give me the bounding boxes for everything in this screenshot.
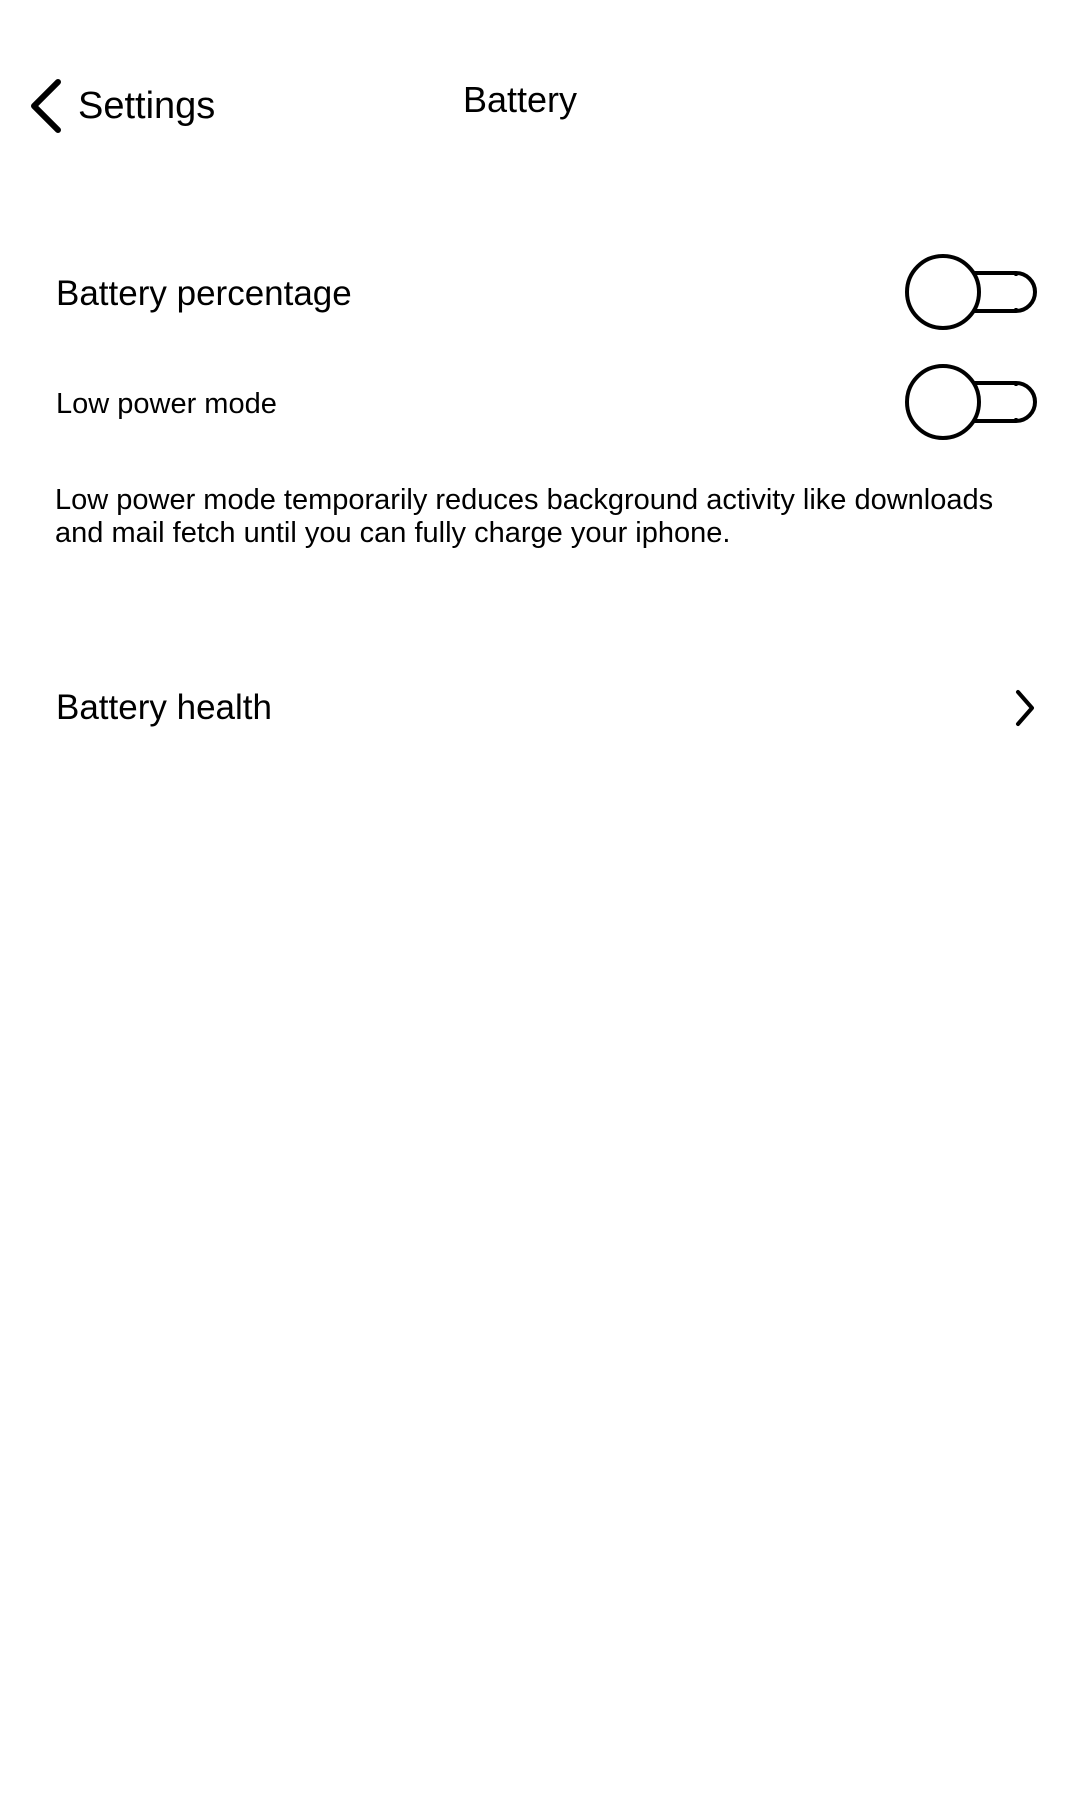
toggle-switch-icon bbox=[905, 364, 1037, 440]
low-power-mode-description: Low power mode temporarily reduces backg… bbox=[55, 484, 994, 549]
low-power-mode-toggle[interactable] bbox=[904, 364, 1042, 444]
battery-percentage-label: Battery percentage bbox=[56, 274, 352, 313]
battery-percentage-row: Battery percentage bbox=[56, 254, 1040, 334]
low-power-mode-label: Low power mode bbox=[56, 387, 277, 420]
page-title: Battery bbox=[462, 79, 578, 120]
navigation-header: Settings Battery bbox=[0, 60, 1080, 140]
battery-health-chevron[interactable] bbox=[1012, 688, 1038, 728]
chevron-right-icon bbox=[1016, 690, 1034, 726]
battery-percentage-toggle[interactable] bbox=[904, 254, 1042, 334]
low-power-mode-row: Low power mode bbox=[56, 364, 1040, 444]
toggle-switch-icon bbox=[905, 254, 1037, 330]
battery-health-label: Battery health bbox=[56, 688, 272, 727]
battery-health-row[interactable]: Battery health bbox=[56, 668, 1040, 748]
